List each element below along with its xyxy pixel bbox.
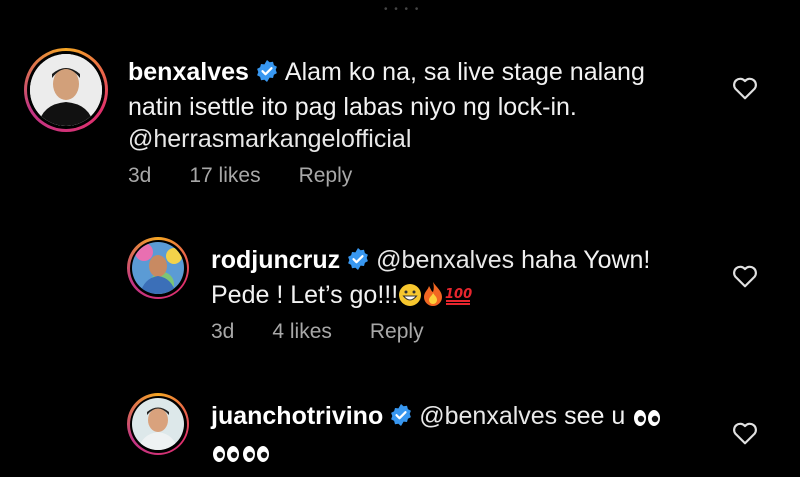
comment-username[interactable]: benxalves [128, 58, 249, 86]
comment-time: 3d [128, 164, 152, 187]
heart-outline-icon[interactable] [732, 76, 758, 100]
eyes-icon [632, 404, 662, 436]
heart-outline-icon[interactable] [732, 264, 758, 288]
eyes-icon [241, 440, 271, 472]
comment-username[interactable]: rodjuncruz [211, 246, 340, 274]
comment-text-line2: natin isettle ito pag labas niyo ng lock… [128, 93, 577, 121]
comment-username[interactable]: juanchotrivino [211, 402, 383, 430]
hundred-points-icon: 100 [444, 283, 474, 315]
comment-time: 3d [211, 320, 235, 343]
fire-icon [422, 281, 444, 315]
mention-link[interactable]: @benxalves [376, 246, 514, 274]
svg-text:100: 100 [445, 287, 472, 302]
mention-link[interactable]: @herrasmarkangelofficial [128, 125, 411, 153]
verified-badge-icon [255, 59, 279, 91]
heart-outline-icon[interactable] [732, 421, 758, 445]
grinning-face-icon [398, 283, 422, 315]
comment-likes[interactable]: 17 likes [189, 164, 260, 187]
avatar[interactable] [127, 393, 189, 455]
comment-text-line1: see u [564, 402, 626, 430]
reply-button[interactable]: Reply [299, 164, 353, 187]
verified-badge-icon [389, 403, 413, 435]
eyes-icon [211, 440, 241, 472]
comment-likes[interactable]: 4 likes [272, 320, 332, 343]
avatar[interactable] [24, 48, 108, 132]
comment-text-line1: Alam ko na, sa live stage nalang [284, 58, 645, 86]
reply-button[interactable]: Reply [370, 320, 424, 343]
top-handle-dots: • • • • [384, 4, 421, 15]
mention-link[interactable]: @benxalves [419, 402, 557, 430]
verified-badge-icon [346, 247, 370, 279]
comment-meta: 3d 17 likes Reply [128, 164, 390, 188]
comment-text-line1: haha Yown! [521, 246, 651, 274]
avatar[interactable] [127, 237, 189, 299]
comment-text-line2: Pede ! Let’s go!!! [211, 281, 399, 309]
comment-meta: 3d 4 likes Reply [211, 320, 462, 344]
